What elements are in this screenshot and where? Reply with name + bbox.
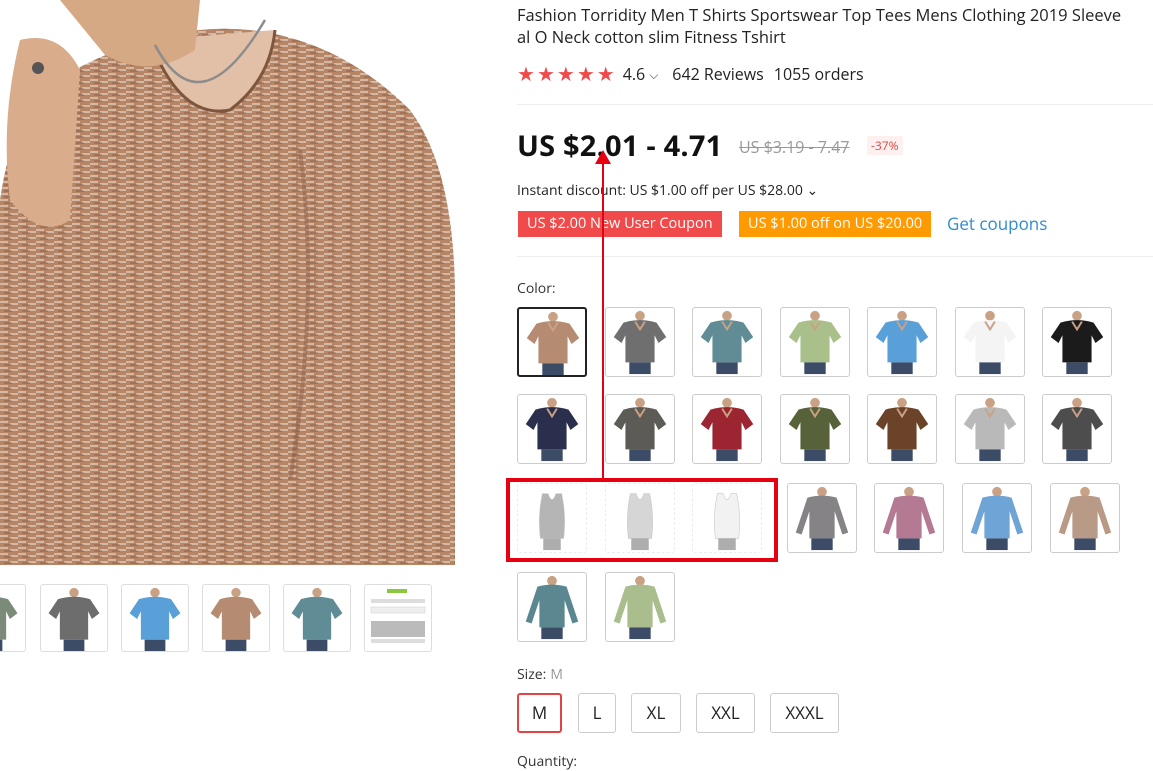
color-swatch-long-heather-blue[interactable] [962, 483, 1032, 553]
main-product-image [0, 0, 470, 565]
reviews-link[interactable]: 642 Reviews [672, 63, 764, 85]
star-icon: ★ [576, 60, 595, 87]
color-swatch-long-heather-brown[interactable] [1050, 483, 1120, 553]
swatch-image [700, 397, 754, 462]
original-price: US $3.19 - 7.47 [739, 136, 850, 158]
color-swatch-tank-white[interactable] [692, 483, 762, 553]
color-swatch-long-heather-pink[interactable] [874, 483, 944, 553]
thumbnail-image [291, 587, 343, 651]
swatch-image [882, 486, 936, 551]
color-swatch-tank-gray[interactable] [605, 483, 675, 553]
divider [517, 104, 1153, 105]
swatch-image [795, 486, 849, 551]
color-swatch-black[interactable] [1042, 307, 1112, 377]
size-option-l[interactable]: L [578, 693, 616, 733]
store-coupon[interactable]: US $1.00 off on US $20.00 [739, 211, 932, 237]
color-swatch-heather-teal[interactable] [692, 307, 762, 377]
color-swatch-heather-gray[interactable] [605, 307, 675, 377]
swatch-image [1050, 310, 1104, 375]
thumbnail-image [129, 587, 181, 651]
swatch-image [700, 310, 754, 375]
swatch-image [875, 310, 929, 375]
thumbnail-image [48, 587, 100, 651]
color-swatch-brown[interactable] [867, 394, 937, 464]
swatch-image [613, 397, 667, 462]
size-option-m[interactable]: M [517, 693, 562, 733]
star-icon: ★ [596, 60, 615, 87]
star-icon: ★ [536, 60, 555, 87]
quantity-label: Quantity: [517, 752, 578, 771]
swatch-image [526, 311, 580, 375]
color-swatch-charcoal[interactable] [605, 394, 675, 464]
color-swatch-long-light-green[interactable] [605, 572, 675, 642]
annotation-arrow-line [602, 160, 604, 480]
color-label: Color: [517, 279, 556, 298]
thumbnail-1[interactable] [40, 584, 108, 652]
size-chart-image [370, 589, 426, 643]
swatch-image [788, 397, 842, 462]
swatch-image [788, 310, 842, 375]
swatch-image [963, 397, 1017, 462]
size-label-text: Size: [517, 665, 547, 684]
get-coupons-link[interactable]: Get coupons [947, 211, 1047, 237]
thumbnail-strip [0, 584, 470, 652]
star-icon: ★ [517, 60, 535, 87]
color-swatch-burgundy[interactable] [692, 394, 762, 464]
instant-discount[interactable]: Instant discount: US $1.00 off per US $2… [517, 181, 818, 200]
discount-badge: -37% [867, 136, 903, 155]
size-label: Size: M [517, 665, 563, 684]
swatch-image [714, 493, 740, 551]
main-shirt-illustration [0, 0, 470, 565]
chevron-down-icon[interactable]: ⌵ [649, 66, 658, 83]
price: US $2.01 - 4.71 [517, 126, 723, 165]
thumbnail-image [210, 587, 262, 651]
swatch-image [875, 397, 929, 462]
size-option-xxxl[interactable]: XXXL [770, 693, 839, 733]
swatch-image [613, 310, 667, 375]
swatch-image [1050, 397, 1104, 462]
swatch-image [525, 397, 579, 462]
thumbnail-image [0, 597, 18, 651]
color-swatch-light-green[interactable] [780, 307, 850, 377]
swatch-image [963, 310, 1017, 375]
swatch-image [525, 575, 579, 640]
swatch-image [613, 575, 667, 640]
color-swatch-heather-sky-blue[interactable] [867, 307, 937, 377]
thumbnail-3[interactable] [202, 584, 270, 652]
thumbnail-4[interactable] [283, 584, 351, 652]
star-icon: ★ [556, 60, 575, 87]
selected-size: M [550, 665, 563, 684]
color-swatch-white[interactable] [955, 307, 1025, 377]
size-option-xl[interactable]: XL [631, 693, 681, 733]
color-swatch-army-green[interactable] [780, 394, 850, 464]
divider [517, 256, 1153, 257]
product-title: Fashion Torridity Men T Shirts Sportswea… [517, 4, 1122, 48]
thumbnail-2[interactable] [121, 584, 189, 652]
color-swatch-navy[interactable] [517, 394, 587, 464]
swatch-image [627, 493, 653, 551]
thumbnail-5[interactable] [364, 584, 432, 652]
color-swatch-heather-brown[interactable] [517, 307, 587, 377]
color-swatch-dark-gray[interactable] [1042, 394, 1112, 464]
size-option-xxl[interactable]: XXL [696, 693, 755, 733]
swatch-image [970, 486, 1024, 551]
swatch-image [1058, 486, 1112, 551]
color-swatch-tank-dark-gray[interactable] [517, 483, 587, 553]
rating-stars: ★ ★ ★ ★ ★ [517, 64, 615, 84]
color-swatch-light-gray[interactable] [955, 394, 1025, 464]
orders-count: 1055 orders [773, 63, 864, 85]
annotation-arrow-head [595, 150, 611, 164]
color-swatch-long-heather-gray[interactable] [787, 483, 857, 553]
swatch-image [539, 493, 565, 551]
color-swatch-long-heather-teal[interactable] [517, 572, 587, 642]
rating-value[interactable]: 4.6 [623, 63, 646, 85]
rating-row: ★ ★ ★ ★ ★ 4.6 ⌵ 642 Reviews 1055 orders [517, 62, 864, 86]
new-user-coupon[interactable]: US $2.00 New User Coupon [518, 211, 722, 237]
thumbnail-0[interactable] [0, 584, 26, 652]
